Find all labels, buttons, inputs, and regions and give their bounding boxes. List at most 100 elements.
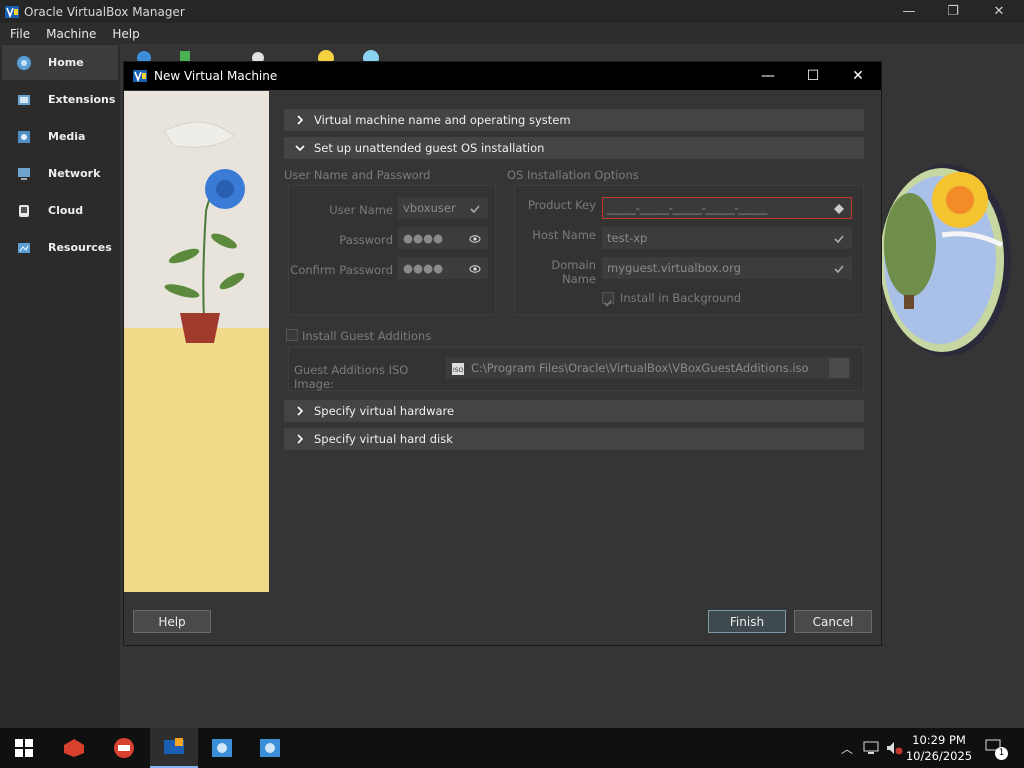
clock-date: 10/26/2025 [905,749,973,763]
section-label: Specify virtual hardware [314,404,455,418]
password-field[interactable]: ●●●● [398,227,488,249]
virtualbox-logo-icon [164,738,184,754]
app-icon [212,739,232,757]
windows-logo-icon [15,739,33,757]
menu-bar: File Machine Help [0,23,1024,44]
section-hard-disk[interactable]: Specify virtual hard disk [284,428,864,450]
user-group-title: User Name and Password [284,168,431,182]
product-key-field[interactable]: _____-_____-_____-_____-_____ [602,197,852,219]
host-name-field[interactable]: test-xp [602,227,852,249]
virtualbox-logo-icon [5,5,19,18]
sidebar-item-label: Cloud [48,204,84,217]
username-field[interactable]: vboxuser [398,197,488,219]
iso-path-value: C:\Program Files\Oracle\VirtualBox\VBoxG… [471,361,809,375]
welcome-balloon-illustration [882,164,1011,356]
notification-count-badge: 1 [995,747,1008,760]
product-key-value: _____-_____-_____-_____-_____ [607,201,768,215]
notification-center-button[interactable]: 1 [982,738,1008,760]
sidebar-item-label: Resources [48,241,112,254]
chevron-right-icon [297,406,304,416]
section-hardware[interactable]: Specify virtual hardware [284,400,864,422]
show-hidden-icons-chevron-icon[interactable]: ︿ [837,738,857,758]
username-label: User Name [329,203,393,217]
network-status-icon[interactable] [861,738,881,758]
section-label: Set up unattended guest OS installation [314,141,545,155]
finish-button[interactable]: Finish [708,610,786,633]
menu-machine[interactable]: Machine [38,27,104,41]
restore-button[interactable]: ❐ [930,0,976,23]
wizard-illustration [124,91,269,592]
title-bar: Oracle VirtualBox Manager — ❐ ✕ [0,0,1024,23]
svg-text:ISO: ISO [453,367,464,374]
home-icon [17,55,31,70]
chevron-right-icon [297,434,304,444]
checkmark-icon [834,235,844,244]
sidebar-item-extensions[interactable]: Extensions [2,82,118,117]
network-tray-icon [863,741,879,754]
close-button[interactable]: ✕ [976,0,1022,23]
start-button[interactable] [0,728,48,768]
app-icon [260,739,280,757]
resources-icon [18,242,30,253]
sidebar-item-media[interactable]: Media [2,119,118,154]
taskbar-app-1[interactable] [50,728,98,768]
app-title: Oracle VirtualBox Manager [24,4,185,19]
checkmark-icon [834,265,844,274]
help-button[interactable]: Help [133,610,211,633]
install-guest-additions-label: Install Guest Additions [302,329,432,343]
os-group-title: OS Installation Options [507,168,639,182]
sidebar-item-cloud[interactable]: Cloud [2,193,118,228]
dialog-minimize-button[interactable]: — [745,62,791,90]
sidebar-item-label: Network [48,167,101,180]
sidebar-item-resources[interactable]: Resources [2,230,118,265]
sidebar-item-home[interactable]: Home [2,45,118,80]
confirm-password-label: Confirm Password [290,263,393,277]
install-in-background-checkbox[interactable] [602,292,614,307]
section-name-os[interactable]: Virtual machine name and operating syste… [284,109,864,131]
dialog-title: New Virtual Machine [154,69,278,83]
dialog-maximize-button[interactable]: ☐ [790,62,836,90]
clock-time: 10:29 PM [912,733,966,747]
eye-icon[interactable] [469,263,481,275]
network-icon [18,167,30,180]
iso-disc-icon: ISO [452,363,464,375]
confirm-password-field[interactable]: ●●●● [398,257,488,279]
warning-diamond-icon [834,204,844,214]
sidebar-item-label: Media [48,130,86,143]
virtualbox-manager-window: Oracle VirtualBox Manager — ❐ ✕ File Mac… [0,0,1024,757]
app-icon [64,739,84,757]
taskbar-virtualbox[interactable] [150,728,198,768]
sidebar-item-label: Extensions [48,93,116,106]
iso-image-selector[interactable]: ISO C:\Program Files\Oracle\VirtualBox\V… [446,357,850,379]
sidebar-item-network[interactable]: Network [2,156,118,191]
menu-help[interactable]: Help [104,27,147,41]
host-name-value: test-xp [607,231,648,245]
taskbar-app-2[interactable] [100,728,148,768]
section-label: Specify virtual hard disk [314,432,453,446]
sidebar: Home Extensions Media Network Cloud Reso… [0,44,120,757]
checkmark-icon [604,300,612,307]
iso-dropdown-button[interactable] [829,358,849,378]
new-vm-dialog: New Virtual Machine — ☐ ✕ Virtual machin… [123,61,882,646]
section-unattended[interactable]: Set up unattended guest OS installation [284,137,864,159]
minimize-button[interactable]: — [886,0,932,23]
windows-taskbar: ︿ 10:29 PM 10/26/2025 1 [0,728,1024,768]
cancel-button[interactable]: Cancel [794,610,872,633]
host-name-label: Host Name [532,228,596,242]
dialog-button-bar: Help Finish Cancel [124,602,881,642]
domain-name-label: Domain Name [551,258,596,286]
iso-image-label: Guest Additions ISO Image: [294,363,409,391]
dialog-close-button[interactable]: ✕ [835,62,881,90]
virtualbox-logo-icon [133,70,147,83]
install-guest-additions-checkbox[interactable] [286,329,298,341]
system-clock[interactable]: 10:29 PM 10/26/2025 [900,732,978,764]
eye-icon[interactable] [469,233,481,245]
domain-name-field[interactable]: myguest.virtualbox.org [602,257,852,279]
password-label: Password [339,233,393,247]
taskbar-app-4[interactable] [198,728,246,768]
username-value: vboxuser [403,201,456,215]
taskbar-app-5[interactable] [246,728,294,768]
dialog-content: Virtual machine name and operating syste… [284,91,874,592]
menu-file[interactable]: File [2,27,38,41]
sidebar-item-label: Home [48,56,84,69]
